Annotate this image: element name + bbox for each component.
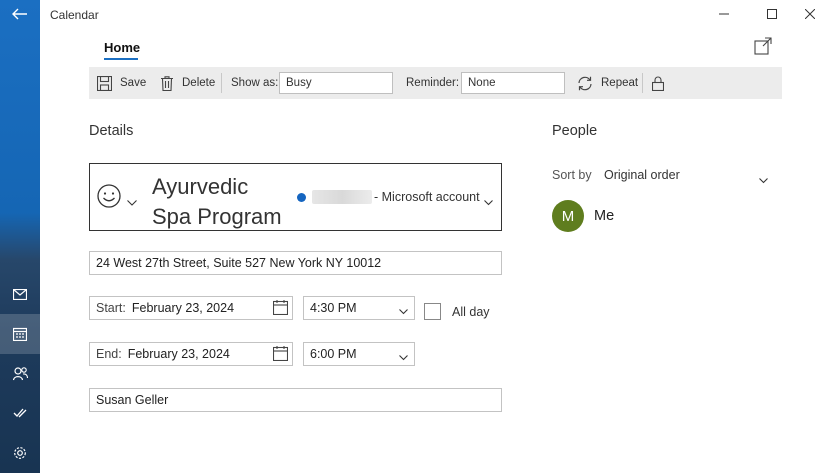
settings-icon[interactable] (0, 433, 40, 473)
toolbar: Save Delete Show as: Busy Reminder: None… (89, 67, 782, 99)
delete-label: Delete (182, 77, 216, 89)
save-button[interactable]: Save (97, 67, 146, 99)
repeat-icon (578, 76, 592, 90)
avatar: M (552, 200, 584, 232)
private-lock-button[interactable] (652, 67, 672, 99)
account-label[interactable]: - Microsoft account (374, 190, 480, 204)
toolbar-divider (221, 73, 222, 93)
start-label: Start: (96, 301, 126, 315)
popout-icon[interactable] (754, 37, 772, 55)
window-title: Calendar (50, 8, 99, 22)
title-bar: Calendar (40, 0, 830, 28)
show-as-label: Show as: (231, 77, 279, 89)
delete-button[interactable]: Delete (160, 67, 215, 99)
end-time-select[interactable]: 6:00 PM (303, 342, 415, 366)
tab-home[interactable]: Home (104, 40, 140, 55)
event-title-line: Ayurvedic (152, 174, 249, 199)
all-day-label: All day (452, 305, 490, 319)
reminder-select[interactable]: None (461, 72, 565, 94)
sort-order-select[interactable]: Original order (604, 168, 680, 182)
account-email-redacted (312, 190, 372, 204)
toolbar-divider (642, 73, 643, 93)
start-date-picker[interactable]: Start: February 23, 2024 (89, 296, 293, 320)
sort-by-label: Sort by (552, 168, 592, 182)
chevron-down-icon (399, 304, 408, 318)
people-heading: People (552, 123, 598, 139)
calendar-picker-icon (272, 300, 289, 318)
people-icon[interactable] (0, 354, 40, 394)
maximize-button[interactable] (754, 0, 790, 28)
attendee-input[interactable]: Susan Geller (89, 388, 502, 412)
repeat-label: Repeat (601, 77, 639, 89)
save-label: Save (120, 77, 147, 89)
event-title-input[interactable]: Ayurvedic Spa Program (152, 172, 292, 232)
end-date-picker[interactable]: End: February 23, 2024 (89, 342, 293, 366)
event-title-box: Ayurvedic Spa Program - Microsoft accoun… (89, 163, 502, 231)
end-time-value: 6:00 PM (310, 347, 357, 361)
chevron-down-icon[interactable] (759, 171, 768, 189)
all-day-checkbox[interactable] (424, 303, 441, 320)
todo-icon[interactable] (0, 393, 40, 433)
chevron-down-icon[interactable] (127, 193, 137, 211)
reminder-label: Reminder: (406, 77, 460, 89)
chevron-down-icon[interactable] (484, 193, 493, 211)
back-arrow-icon[interactable] (0, 0, 40, 28)
calendar-color-dot (297, 193, 306, 202)
show-as-select[interactable]: Busy (279, 72, 393, 94)
end-label: End: (96, 347, 122, 361)
tab-home-indicator (104, 58, 138, 60)
event-title-line: Spa Program (152, 204, 282, 229)
minimize-button[interactable] (706, 0, 742, 28)
chevron-down-icon (399, 350, 408, 364)
start-time-select[interactable]: 4:30 PM (303, 296, 415, 320)
calendar-picker-icon (272, 346, 289, 364)
smiley-icon[interactable] (97, 184, 121, 213)
start-time-value: 4:30 PM (310, 301, 357, 315)
calendar-icon[interactable] (0, 314, 40, 354)
start-date-value: February 23, 2024 (131, 301, 235, 315)
end-date-value: February 23, 2024 (127, 347, 230, 361)
repeat-button[interactable]: Repeat (577, 67, 638, 99)
delete-icon (161, 75, 173, 91)
close-button[interactable] (792, 0, 828, 28)
nav-rail (0, 0, 40, 473)
mail-icon[interactable] (0, 274, 40, 314)
lock-icon (652, 76, 664, 91)
save-icon (97, 75, 112, 91)
details-heading: Details (89, 123, 134, 139)
person-name[interactable]: Me (594, 208, 614, 224)
location-input[interactable]: 24 West 27th Street, Suite 527 New York … (89, 251, 502, 275)
